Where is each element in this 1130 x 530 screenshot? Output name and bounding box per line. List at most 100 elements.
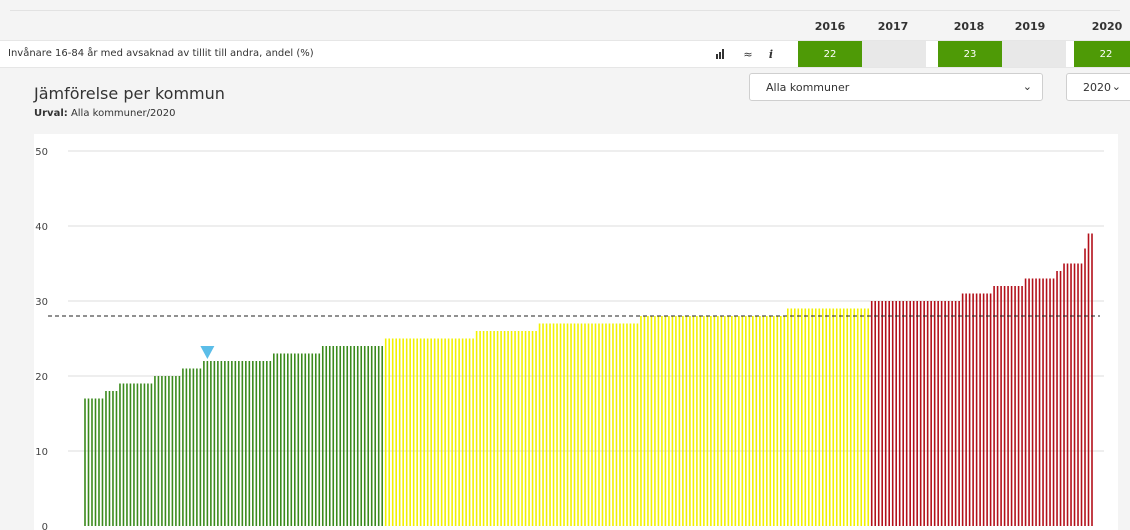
bar (402, 338, 404, 526)
bar (430, 338, 432, 526)
bar (724, 316, 726, 526)
bar (115, 391, 118, 526)
bar (472, 338, 474, 526)
bar (706, 316, 709, 526)
bar (965, 293, 967, 526)
bar (468, 338, 471, 526)
bar (108, 391, 111, 526)
bar (1010, 286, 1013, 526)
bar (884, 301, 887, 526)
bar (741, 316, 744, 526)
bar (129, 383, 132, 526)
bar (391, 338, 394, 526)
bar (293, 353, 296, 526)
bar (752, 316, 754, 526)
bar (154, 376, 156, 526)
bar (311, 353, 314, 526)
bar (535, 331, 537, 526)
bar (856, 308, 859, 526)
bar (440, 338, 443, 526)
bar (307, 353, 310, 526)
y-tick-label: 50 (35, 147, 48, 158)
bar (933, 301, 936, 526)
bar (626, 323, 628, 526)
bar (241, 361, 244, 526)
bar (612, 323, 614, 526)
bar (94, 398, 97, 526)
bar (297, 353, 300, 526)
bar (888, 301, 891, 526)
bar (811, 308, 814, 526)
bar (577, 323, 579, 526)
bar (573, 323, 576, 526)
bar (266, 361, 268, 526)
bar (710, 316, 712, 526)
bar (234, 361, 237, 526)
bar (821, 308, 824, 526)
bar (944, 301, 946, 526)
bar (353, 346, 356, 526)
bar (979, 293, 981, 526)
bar (783, 316, 786, 526)
y-tick-label: 20 (35, 372, 48, 383)
bar (514, 331, 516, 526)
bar (542, 323, 544, 526)
bar (171, 376, 174, 526)
bar (384, 338, 387, 526)
bar (842, 308, 845, 526)
bar (521, 331, 523, 526)
bar (220, 361, 223, 526)
bar (1063, 263, 1065, 526)
bar (793, 308, 796, 526)
bar (328, 346, 331, 526)
bar (863, 308, 866, 526)
bar (982, 293, 985, 526)
bar (157, 376, 160, 526)
bar (433, 338, 436, 526)
bar (423, 338, 425, 526)
bar (531, 331, 534, 526)
bar (437, 338, 439, 526)
bar (444, 338, 446, 526)
bar (87, 398, 90, 526)
bar (248, 361, 251, 526)
bar (566, 323, 569, 526)
bar (958, 301, 960, 526)
bar (356, 346, 359, 526)
bar (1014, 286, 1016, 526)
bar (409, 338, 411, 526)
bar (930, 301, 932, 526)
bar (1080, 263, 1083, 526)
bar (517, 331, 520, 526)
bar (549, 323, 551, 526)
bar (727, 316, 730, 526)
bar (622, 323, 625, 526)
bar (196, 368, 198, 526)
bar (762, 316, 765, 526)
bar (828, 308, 831, 526)
bar (556, 323, 558, 526)
bar (255, 361, 258, 526)
bar (245, 361, 247, 526)
bar (685, 316, 688, 526)
y-tick-label: 30 (35, 297, 48, 308)
bar (584, 323, 586, 526)
bar (675, 316, 677, 526)
bar (1066, 263, 1069, 526)
bar (797, 308, 800, 526)
bar (605, 323, 607, 526)
bar (720, 316, 723, 526)
bar (954, 301, 957, 526)
bar (140, 383, 142, 526)
bar (1000, 286, 1002, 526)
bar (283, 353, 286, 526)
bar (587, 323, 590, 526)
bar (937, 301, 939, 526)
bar (787, 308, 789, 526)
bar (395, 338, 397, 526)
y-tick-label: 10 (35, 447, 48, 458)
bar (989, 293, 992, 526)
bar (703, 316, 705, 526)
bar (755, 316, 758, 526)
bar (503, 331, 506, 526)
